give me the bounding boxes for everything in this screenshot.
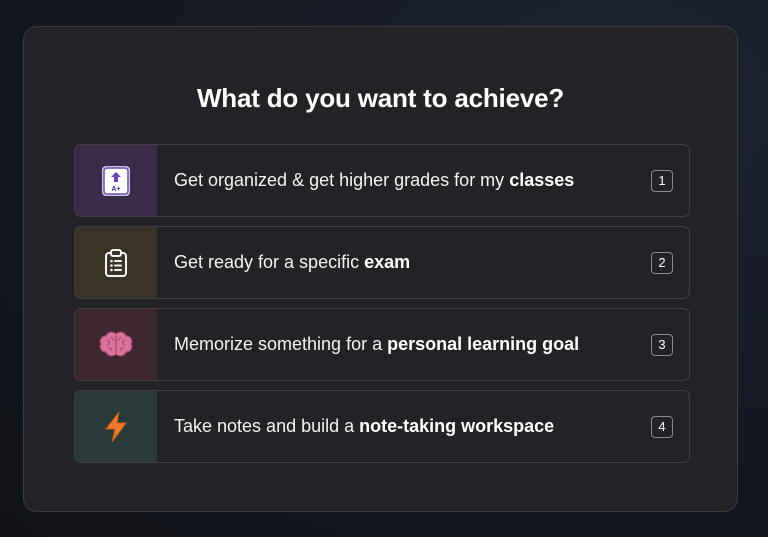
- option-classes[interactable]: A+ Get organized & get higher grades for…: [74, 144, 690, 217]
- option-label: Get ready for a specific exam: [174, 252, 411, 272]
- option-icon-box: [75, 391, 157, 462]
- option-exam[interactable]: Get ready for a specific exam 2: [74, 226, 690, 299]
- shortcut-key-badge: 1: [651, 169, 673, 192]
- goal-options-list: A+ Get organized & get higher grades for…: [74, 144, 690, 472]
- option-icon-box: [75, 309, 157, 380]
- dialog-title: What do you want to achieve?: [196, 83, 565, 113]
- option-note-taking[interactable]: Take notes and build a note-taking works…: [74, 390, 690, 463]
- clipboard-icon: [105, 248, 127, 277]
- option-label: Memorize something for a personal learni…: [174, 334, 580, 354]
- option-label: Take notes and build a note-taking works…: [174, 416, 555, 436]
- goal-dialog: What do you want to achieve? A+ Get orga…: [23, 26, 738, 512]
- option-label: Get organized & get higher grades for my…: [174, 170, 575, 190]
- brain-icon: [99, 331, 133, 356]
- shortcut-key-badge: 4: [651, 415, 673, 438]
- shortcut-key-badge: 2: [651, 251, 673, 274]
- option-icon-box: A+: [75, 145, 157, 216]
- lightning-icon: [104, 411, 127, 442]
- grade-report-icon: A+: [102, 165, 130, 196]
- shortcut-key-badge: 3: [651, 333, 673, 356]
- option-personal-goal[interactable]: Memorize something for a personal learni…: [74, 308, 690, 381]
- svg-text:A+: A+: [111, 186, 120, 193]
- option-icon-box: [75, 227, 157, 298]
